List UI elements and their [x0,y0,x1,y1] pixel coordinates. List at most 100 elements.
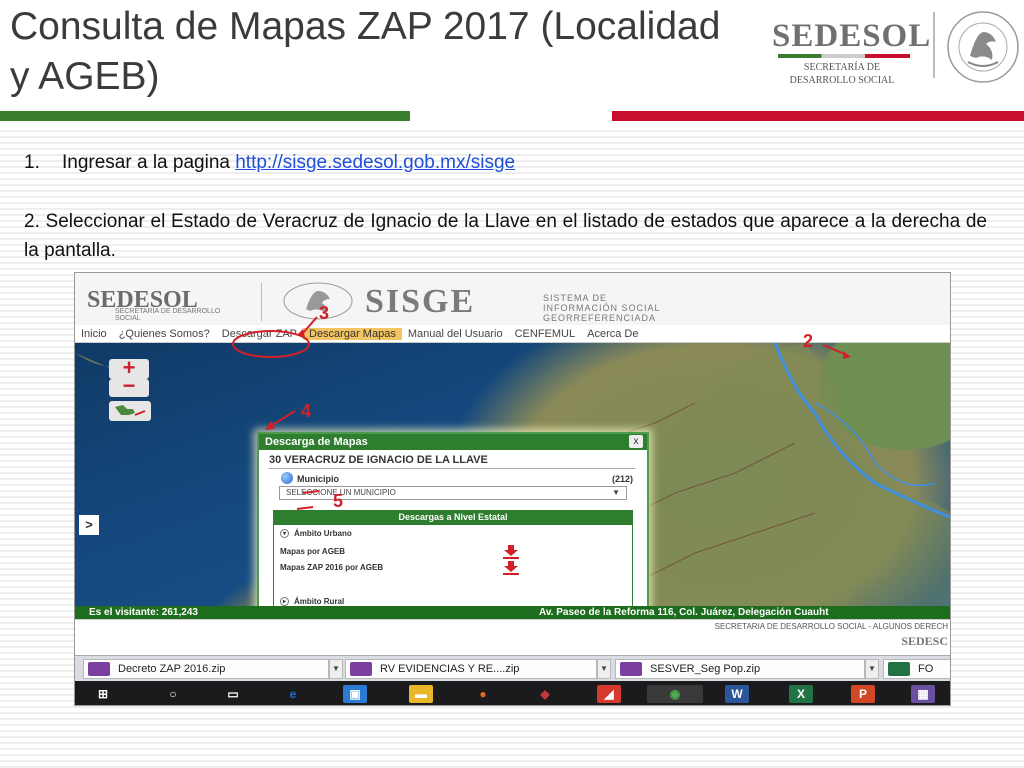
logo-divider [933,12,935,78]
search-icon[interactable]: ○ [161,685,185,703]
selected-state: 30 VERACRUZ DE IGNACIO DE LA LLAVE [269,454,488,466]
address-text: Av. Paseo de la Reforma 116, Col. Juárez… [539,607,829,618]
sedesol-subtitle-line1: SECRETARÍA DE [803,62,881,73]
annotation-3: 3 [319,303,330,323]
municipio-label: Municipio [297,474,339,484]
state-downloads-list: ▾ Ámbito Urbano Mapas por AGEB Mapas ZAP … [273,524,633,606]
step-1-text: Ingresar a la pagina [62,152,236,173]
mapas-zap-label: Mapas ZAP 2016 por AGEB [280,563,384,572]
municipio-select[interactable]: SELECCIONE UN MUNICIPIO ▼ [279,486,627,500]
app-icon[interactable]: ◆ [533,685,557,703]
ambito-rural-toggle[interactable]: ▸ Ámbito Rural [280,597,344,606]
status-bar: Es el visitante: 261,243 Av. Paseo de la… [75,606,950,619]
site-nav: Inicio ¿Quienes Somos? Descargar ZAP Des… [75,325,950,343]
ambito-urbano-toggle[interactable]: ▾ Ámbito Urbano [280,529,352,539]
sisge-desc-line: GEORREFERENCIADA [543,313,657,323]
excel-file-icon [888,662,910,676]
powerpoint-icon[interactable]: P [851,685,875,703]
mapas-por-ageb-label: Mapas por AGEB [280,547,346,556]
sisge-screenshot: SEDESOL SECRETARÍA DE DESARROLLO SOCIAL … [74,272,951,706]
ambito-rural-label: Ámbito Rural [294,597,345,606]
download-maps-dialog: Descarga de Mapas x 30 VERACRUZ DE IGNAC… [257,432,649,606]
chevron-down-icon: ▼ [612,488,620,497]
sedesol-logo: SEDESOL SECRETARÍA DE DESARROLLO SOCIAL [772,18,930,88]
chevron-down-icon[interactable]: ▼ [865,659,879,679]
site-seal-icon [283,282,353,320]
red-accent-bar [612,111,1024,121]
dialog-close-button[interactable]: x [629,435,643,448]
download-item[interactable]: Decreto ZAP 2016.zip [83,659,329,679]
site-header: SEDESOL SECRETARÍA DE DESARROLLO SOCIAL … [75,273,950,325]
nav-acerca-de[interactable]: Acerca De [581,328,644,340]
folder-icon[interactable]: ▬ [409,685,433,703]
download-filename: SESVER_Seg Pop.zip [650,663,761,675]
windows-taskbar: ⊞ ○ ▭ e ▣ ▬ ● ◆ ◢ ◉ W X P ▦ [75,681,950,705]
zip-file-icon [88,662,110,676]
task-view-icon[interactable]: ▭ [221,685,245,703]
footer-logo: SEDESC [901,634,948,648]
sedesol-wordmark: SEDESOL [772,18,932,54]
download-icon[interactable] [500,545,522,559]
download-filename: Decreto ZAP 2016.zip [118,663,226,675]
site-footer: SECRETARIA DE DESARROLLO SOCIAL - ALGUNO… [75,619,950,655]
chevron-down-icon[interactable]: ▼ [597,659,611,679]
annotation-5: 5 [333,491,344,511]
download-item[interactable]: SESVER_Seg Pop.zip [615,659,865,679]
step-1-number: 1. [24,152,40,173]
expand-icon: ▸ [280,597,289,606]
download-item[interactable]: FO [883,659,950,679]
nav-descargar-zap[interactable]: Descargar ZAP [216,328,303,340]
map-layer-icon[interactable] [109,401,151,421]
green-accent-bar [0,111,410,121]
download-icon[interactable] [500,561,522,575]
state-downloads-header: Descargas a Nivel Estatal [273,510,633,524]
download-filename: FO [918,663,934,675]
start-icon[interactable]: ⊞ [91,685,115,703]
firefox-icon[interactable]: ● [471,685,495,703]
pdf-icon[interactable]: ◢ [597,685,621,703]
annotation-4: 4 [301,401,312,421]
ambito-urbano-label: Ámbito Urbano [294,529,352,538]
globe-icon [281,472,293,484]
zip-file-icon [350,662,372,676]
step-1: 1. Ingresar a la pagina http://sisge.sede… [24,152,515,174]
slide-title: Consulta de Mapas ZAP 2017 (Localidad y … [10,5,721,98]
sisge-description: SISTEMA DE INFORMACIÓN SOCIAL GEORREFERE… [543,293,661,323]
download-bar: Decreto ZAP 2016.zip ▼ RV EVIDENCIAS Y R… [75,655,950,681]
nav-cenfemul[interactable]: CENFEMUL [509,328,582,340]
download-item[interactable]: RV EVIDENCIAS Y RE....zip [345,659,597,679]
map-view[interactable]: + − > 0 100 200km Descarga de Mapas x 30… [75,343,950,606]
annotation-2: 2 [803,331,814,351]
chrome-icon[interactable]: ◉ [647,685,703,703]
visitor-counter: Es el visitante: 261,243 [89,607,198,618]
site-sedesol-subtitle: SECRETARÍA DE DESARROLLO SOCIAL [115,308,221,322]
dialog-title: Descarga de Mapas [259,434,647,450]
download-filename: RV EVIDENCIAS Y RE....zip [380,663,520,675]
nav-quienes-somos[interactable]: ¿Quienes Somos? [113,328,216,340]
side-panel-toggle[interactable]: > [79,515,99,535]
edge-icon[interactable]: e [281,685,305,703]
sisge-link[interactable]: http://sisge.sedesol.gob.mx/sisge [235,152,515,173]
collapse-icon: ▾ [280,529,289,539]
nav-inicio[interactable]: Inicio [75,328,113,340]
sedesol-subtitle-line2: DESARROLLO SOCIAL [789,75,895,86]
nav-manual-usuario[interactable]: Manual del Usuario [402,328,509,340]
nav-descargar-mapas[interactable]: Descargar Mapas [303,327,402,340]
municipio-count: (212) [611,474,633,484]
chevron-down-icon[interactable]: ▼ [329,659,343,679]
zoom-out-button[interactable]: − [109,375,149,397]
sisge-desc-line: INFORMACIÓN SOCIAL [543,303,661,313]
site-divider [261,283,262,321]
sisge-desc-line: SISTEMA DE [543,293,608,303]
excel-icon[interactable]: X [789,685,813,703]
sedesol-color-stripe [778,54,910,58]
apps-icon[interactable]: ▦ [911,685,935,703]
step-2-text: 2. Seleccionar el Estado de Veracruz de … [24,211,987,261]
store-icon[interactable]: ▣ [343,685,367,703]
mexico-seal-icon [947,11,1019,83]
sisge-wordmark: SISGE [365,283,476,320]
zip-file-icon [620,662,642,676]
word-icon[interactable]: W [725,685,749,703]
state-divider [269,468,635,469]
footer-text: SECRETARIA DE DESARROLLO SOCIAL - ALGUNO… [714,622,948,631]
